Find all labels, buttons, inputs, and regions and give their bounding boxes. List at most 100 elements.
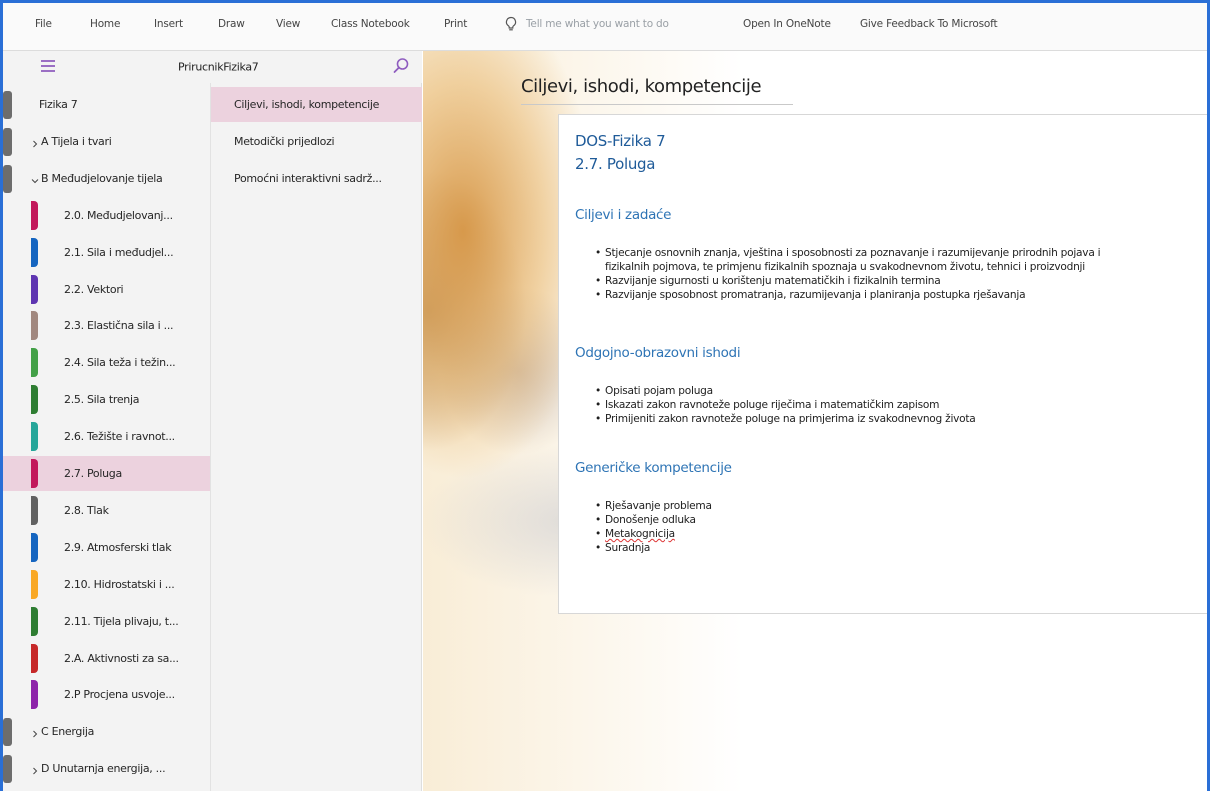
- page-canvas[interactable]: Ciljevi, ishodi, kompetencije DOS-Fizika…: [423, 51, 1207, 791]
- section-item[interactable]: 2.P Procjena usvoje...: [3, 677, 210, 712]
- section-color-tab: [31, 348, 38, 377]
- list-item: Donošenje odluka: [595, 513, 712, 527]
- section-color-tab: [3, 91, 12, 119]
- section-item[interactable]: 2.2. Vektori: [3, 272, 210, 307]
- app-window: File Home Insert Draw View Class Noteboo…: [0, 0, 1210, 791]
- section-heading-ishodi: Odgojno-obrazovni ishodi: [575, 345, 741, 361]
- section-color-tab: [31, 385, 38, 414]
- section-item[interactable]: 2.A. Aktivnosti za sa...: [3, 641, 210, 676]
- section-item-label: 2.1. Sila i međudjel...: [64, 246, 174, 259]
- section-item[interactable]: 2.1. Sila i međudjel...: [3, 235, 210, 270]
- section-item-label: 2.5. Sila trenja: [64, 393, 140, 406]
- section-item-label: B Međudjelovanje tijela: [41, 172, 163, 185]
- section-color-tab: [3, 165, 12, 193]
- section-item[interactable]: 2.6. Težište i ravnot...: [3, 419, 210, 454]
- chevron-down-icon[interactable]: [31, 175, 39, 183]
- chevron-right-icon[interactable]: [31, 765, 39, 774]
- section-item-label: D Unutarnja energija, ...: [41, 762, 166, 775]
- chevron-right-icon[interactable]: [31, 138, 39, 147]
- menu-home[interactable]: Home: [90, 18, 120, 30]
- section-item[interactable]: 2.9. Atmosferski tlak: [3, 530, 210, 565]
- section-color-tab: [31, 275, 38, 304]
- section-item[interactable]: D Unutarnja energija, ...: [3, 751, 210, 786]
- section-item[interactable]: 2.4. Sila teža i težin...: [3, 345, 210, 380]
- section-color-tab: [31, 459, 38, 488]
- section-color-tab: [31, 201, 38, 230]
- list-item: Primijeniti zakon ravnoteže poluge na pr…: [595, 412, 976, 426]
- section-color-tab: [3, 718, 12, 746]
- section-item[interactable]: 2.8. Tlak: [3, 493, 210, 528]
- chevron-right-icon[interactable]: [31, 728, 39, 737]
- menu-draw[interactable]: Draw: [218, 18, 245, 30]
- list-item: Razvijanje sposobnost promatranja, razum…: [595, 288, 1100, 302]
- section-item-label: 2.11. Tijela plivaju, t...: [64, 615, 179, 628]
- bullet-list-kompetencije: Rješavanje problema Donošenje odluka Met…: [595, 499, 712, 555]
- section-item[interactable]: 2.7. Poluga: [3, 456, 210, 491]
- section-item[interactable]: 2.5. Sila trenja: [3, 382, 210, 417]
- spellcheck-word[interactable]: Metakognicija: [605, 528, 675, 540]
- notebook-header: PrirucnikFizika7: [3, 51, 422, 83]
- section-item[interactable]: C Energija: [3, 714, 210, 749]
- section-color-tab: [31, 644, 38, 673]
- page-item-label: Ciljevi, ishodi, kompetencije: [234, 98, 380, 111]
- list-item: Iskazati zakon ravnoteže poluge riječima…: [595, 398, 976, 412]
- section-color-tab: [31, 533, 38, 562]
- give-feedback-link[interactable]: Give Feedback To Microsoft: [860, 18, 998, 30]
- section-item[interactable]: B Međudjelovanje tijela: [3, 161, 210, 196]
- section-item-label: 2.7. Poluga: [64, 467, 122, 480]
- list-item: Metakognicija: [595, 527, 712, 541]
- section-item[interactable]: 2.11. Tijela plivaju, t...: [3, 604, 210, 639]
- section-item-label: 2.P Procjena usvoje...: [64, 688, 175, 701]
- section-item[interactable]: 2.3. Elastična sila i ...: [3, 308, 210, 343]
- page-title[interactable]: Ciljevi, ishodi, kompetencije: [521, 76, 762, 97]
- section-item[interactable]: 2.0. Međudjelovanj...: [3, 198, 210, 233]
- note-heading-course: DOS-Fizika 7: [575, 132, 666, 150]
- note-container[interactable]: DOS-Fizika 7 2.7. Poluga Ciljevi i zadać…: [558, 114, 1207, 614]
- note-heading-lesson: 2.7. Poluga: [575, 155, 656, 173]
- section-item[interactable]: 2.10. Hidrostatski i ...: [3, 567, 210, 602]
- page-item[interactable]: Ciljevi, ishodi, kompetencije: [211, 87, 422, 122]
- section-color-tab: [31, 238, 38, 267]
- menu-class-notebook[interactable]: Class Notebook: [331, 18, 410, 30]
- bullet-list-ishodi: Opisati pojam poluga Iskazati zakon ravn…: [595, 384, 976, 426]
- menu-insert[interactable]: Insert: [154, 18, 183, 30]
- menu-file[interactable]: File: [35, 18, 52, 30]
- section-color-tab: [31, 496, 38, 525]
- section-item-label: 2.A. Aktivnosti za sa...: [64, 652, 179, 665]
- lightbulb-icon: [505, 16, 517, 31]
- list-item: Suradnja: [595, 541, 712, 555]
- section-item-label: 2.3. Elastična sila i ...: [64, 319, 174, 332]
- list-item: Razvijanje sigurnosti u korištenju matem…: [595, 274, 1100, 288]
- list-item: Rješavanje problema: [595, 499, 712, 513]
- tell-me-input[interactable]: Tell me what you want to do: [526, 18, 669, 30]
- section-item[interactable]: Fizika 7: [3, 87, 210, 122]
- section-item-label: 2.9. Atmosferski tlak: [64, 541, 172, 554]
- section-item-label: 2.8. Tlak: [64, 504, 109, 517]
- open-in-onenote-link[interactable]: Open In OneNote: [743, 18, 831, 30]
- section-color-tab: [31, 607, 38, 636]
- section-item-label: 2.2. Vektori: [64, 283, 124, 296]
- section-color-tab: [3, 755, 12, 783]
- list-item: Stjecanje osnovnih znanja, vještina i sp…: [595, 246, 1101, 260]
- section-color-tab: [31, 311, 38, 340]
- hamburger-menu-icon[interactable]: [41, 60, 55, 72]
- section-item-label: 2.6. Težište i ravnot...: [64, 430, 175, 443]
- section-color-tab: [31, 680, 38, 709]
- section-heading-ciljevi: Ciljevi i zadaće: [575, 207, 672, 223]
- page-item[interactable]: Metodički prijedlozi: [211, 124, 422, 159]
- list-item-continuation: fizikalnih pojmova, te primjenu fizikaln…: [605, 261, 1085, 273]
- section-item[interactable]: A Tijela i tvari: [3, 124, 210, 159]
- menu-print[interactable]: Print: [444, 18, 467, 30]
- notebook-title: PrirucnikFizika7: [178, 60, 259, 74]
- section-item-label: 2.4. Sila teža i težin...: [64, 356, 176, 369]
- page-item[interactable]: Pomoćni interaktivni sadrž...: [211, 161, 422, 196]
- section-color-tab: [31, 422, 38, 451]
- ribbon-menu-bar: File Home Insert Draw View Class Noteboo…: [3, 3, 1207, 51]
- page-title-underline: [521, 104, 793, 105]
- search-icon[interactable]: [391, 56, 411, 76]
- list-item: Opisati pojam poluga: [595, 384, 976, 398]
- section-item-label: 2.10. Hidrostatski i ...: [64, 578, 175, 591]
- menu-view[interactable]: View: [276, 18, 300, 30]
- section-heading-kompetencije: Generičke kompetencije: [575, 460, 732, 476]
- section-item-label: A Tijela i tvari: [41, 135, 112, 148]
